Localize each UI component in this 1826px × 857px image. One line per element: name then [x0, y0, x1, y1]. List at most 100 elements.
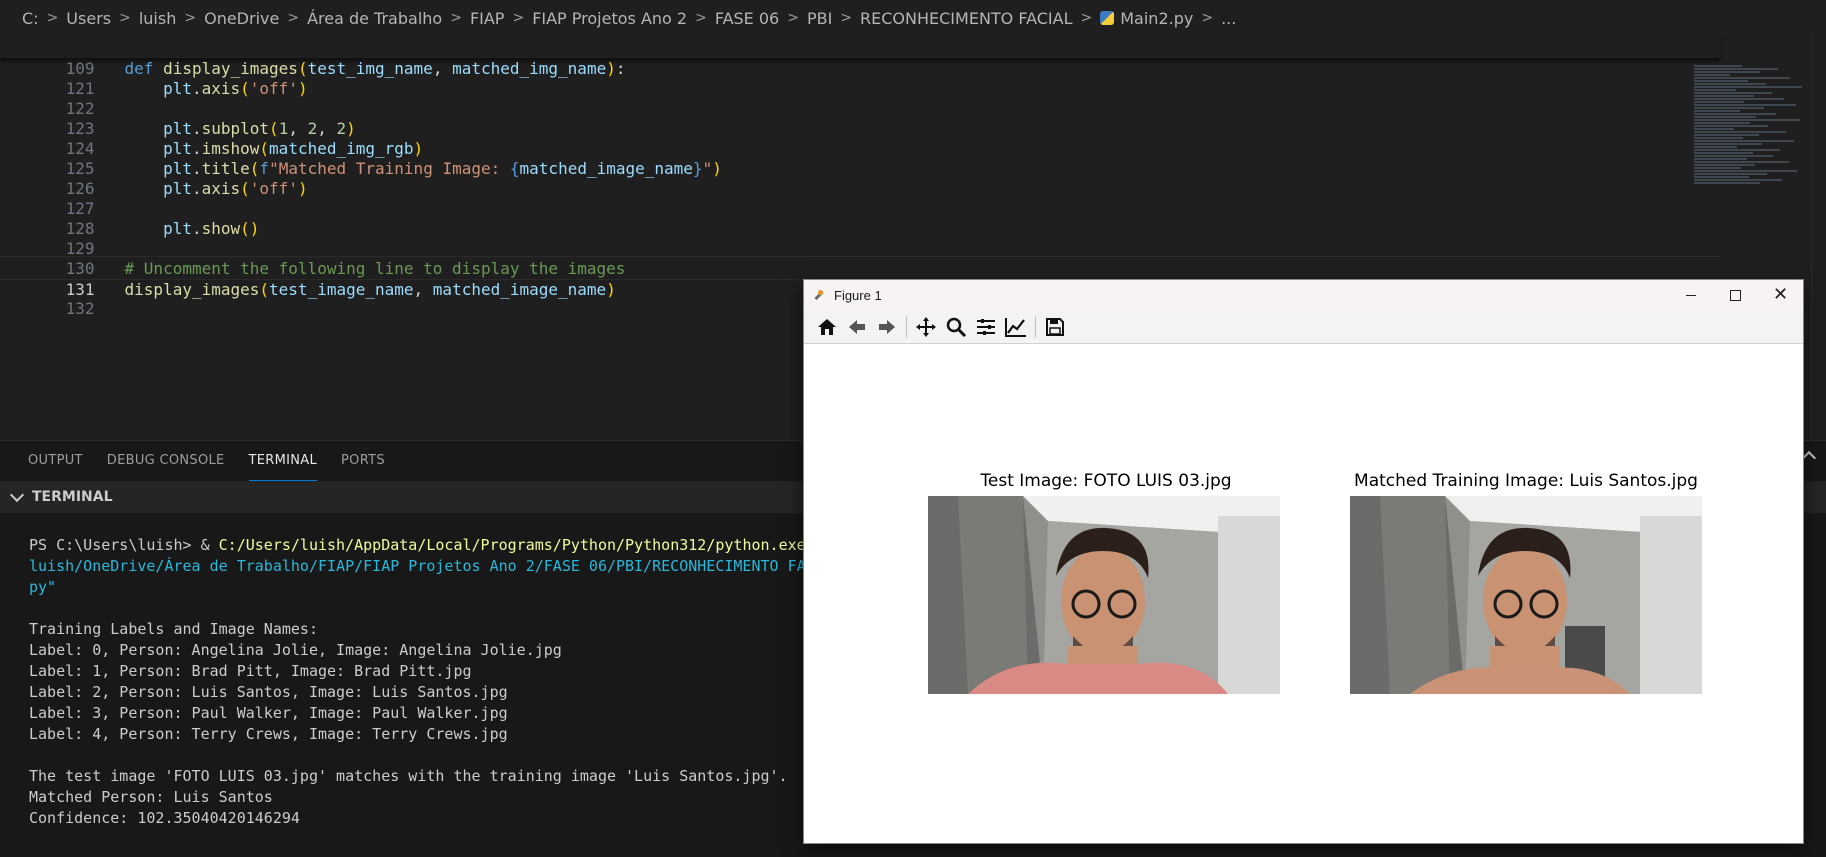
breadcrumb-luish[interactable]: luish: [139, 9, 177, 28]
tab-terminal[interactable]: TERMINAL: [248, 441, 318, 481]
test-image: [928, 496, 1280, 694]
minimap-line: [1694, 167, 1741, 169]
minimap-line: [1694, 68, 1778, 70]
minimap-line: [1694, 137, 1744, 139]
chevron-right-icon: >: [512, 10, 525, 26]
breadcrumb: C: > Users > luish > OneDrive > Área de Trab…: [0, 0, 1826, 36]
home-button[interactable]: [812, 313, 842, 341]
minimize-icon: [1685, 294, 1696, 296]
breadcrumb-pbi[interactable]: PBI: [807, 9, 832, 28]
python-file-icon: [1100, 11, 1115, 25]
minimap-line: [1694, 176, 1750, 178]
minimap-line: [1694, 65, 1742, 67]
minimap-line: [1694, 113, 1776, 115]
edit-axis-button[interactable]: [1001, 313, 1031, 341]
minimap-line: [1694, 86, 1802, 88]
minimap-line: [1694, 98, 1784, 100]
code-line[interactable]: 130 # Uncomment the following line to dis…: [0, 236, 1720, 278]
terminal-header-label: TERMINAL: [32, 489, 113, 505]
minimize-button[interactable]: [1668, 280, 1713, 310]
code-line[interactable]: 124 plt.imshow(matched_img_rgb): [0, 116, 1720, 158]
figure-title-bar[interactable]: Figure 1 ✕: [804, 280, 1803, 310]
save-button[interactable]: [1040, 313, 1070, 341]
forward-button[interactable]: [872, 313, 902, 341]
minimap-line: [1694, 74, 1730, 76]
chevron-right-icon: >: [450, 10, 462, 26]
tab-debug-console[interactable]: DEBUG CONSOLE: [107, 441, 225, 481]
minimap[interactable]: [1694, 64, 1814, 314]
breadcrumb-reconhecimento[interactable]: RECONHECIMENTO FACIAL: [860, 9, 1072, 28]
home-icon: [818, 318, 836, 335]
minimap-line: [1694, 122, 1751, 124]
chevron-right-icon: >: [787, 10, 799, 26]
minimap-line: [1694, 152, 1753, 154]
minimap-line: [1694, 170, 1798, 172]
editor-scrollbar[interactable]: [1811, 36, 1826, 440]
sticky-scroll-line[interactable]: 109 def display_images(test_img_name, mat…: [0, 36, 1720, 78]
minimap-line: [1694, 140, 1794, 142]
minimap-line: [1694, 134, 1759, 136]
configure-subplots-button[interactable]: [971, 313, 1001, 341]
minimap-line: [1694, 146, 1738, 148]
minimap-line: [1694, 107, 1764, 109]
pan-icon: [916, 316, 936, 337]
chevron-right-icon: >: [1080, 10, 1093, 26]
breadcrumb-drive[interactable]: C:: [22, 9, 39, 28]
chevron-right-icon: >: [840, 10, 853, 26]
minimap-line: [1694, 119, 1800, 121]
zoom-button[interactable]: [941, 313, 971, 341]
subplot-title-matched: Matched Training Image: Luis Santos.jpg: [1354, 471, 1698, 491]
minimap-line: [1694, 110, 1740, 112]
code-line[interactable]: 123 plt.subplot(1, 2, 2): [0, 96, 1720, 138]
breadcrumb-fiap-projetos[interactable]: FIAP Projetos Ano 2: [532, 9, 687, 28]
breadcrumb-fiap[interactable]: FIAP: [470, 9, 505, 28]
tab-output[interactable]: OUTPUT: [28, 441, 83, 481]
code-param: test_img_name: [307, 59, 433, 78]
minimap-line: [1694, 125, 1769, 127]
back-button[interactable]: [842, 313, 872, 341]
close-icon: ✕: [1772, 284, 1789, 305]
toolbar-divider: [1035, 315, 1036, 338]
line-number: 132: [65, 299, 95, 318]
minimap-line: [1694, 182, 1760, 184]
configure-subplots-icon: [977, 318, 995, 335]
chevron-down-icon: [9, 487, 25, 503]
breadcrumb-fase[interactable]: FASE 06: [715, 9, 779, 28]
code-line[interactable]: 127: [0, 176, 1720, 218]
minimap-line: [1694, 95, 1754, 97]
breadcrumb-onedrive[interactable]: OneDrive: [204, 9, 279, 28]
figure-canvas[interactable]: Test Image: FOTO LUIS 03.jpg Matched Tra…: [804, 344, 1803, 843]
minimap-line: [1694, 158, 1747, 160]
window-controls: ✕: [1668, 280, 1803, 310]
breadcrumb-file[interactable]: Main2.py: [1120, 9, 1193, 28]
minimap-line: [1694, 149, 1781, 151]
line-number: 109: [65, 59, 95, 78]
figure-window[interactable]: Figure 1 ✕ Test Image: FOTO LUIS 03.jpg …: [803, 279, 1804, 844]
code-param: matched_img_name: [452, 59, 607, 78]
minimap-line: [1694, 161, 1789, 163]
code-line[interactable]: 128 plt.show(): [0, 196, 1720, 238]
tab-ports[interactable]: PORTS: [341, 441, 385, 481]
maximize-icon: [1730, 289, 1741, 301]
chevron-right-icon: >: [1201, 10, 1214, 26]
subplot-title-test: Test Image: FOTO LUIS 03.jpg: [980, 471, 1232, 491]
close-button[interactable]: ✕: [1758, 280, 1803, 310]
breadcrumb-users[interactable]: Users: [66, 9, 111, 28]
code-line[interactable]: 125 plt.title(f"Matched Training Image: …: [0, 136, 1720, 178]
breadcrumb-desktop[interactable]: Área de Trabalho: [307, 9, 442, 28]
minimap-line: [1694, 89, 1736, 91]
minimap-line: [1694, 116, 1757, 118]
maximize-button[interactable]: [1713, 280, 1758, 310]
minimap-line: [1694, 179, 1782, 181]
code-line[interactable]: 129: [0, 216, 1720, 258]
zoom-icon: [946, 317, 967, 337]
code-line[interactable]: 126 plt.axis('off'): [0, 156, 1720, 198]
save-icon: [1046, 317, 1064, 336]
minimap-line: [1694, 131, 1787, 133]
chevron-right-icon: >: [695, 10, 707, 26]
minimap-line: [1694, 104, 1796, 106]
pan-button[interactable]: [911, 313, 941, 341]
figure-toolbar: [804, 310, 1803, 344]
forward-arrow-icon: [879, 319, 895, 334]
breadcrumb-symbols[interactable]: ...: [1221, 9, 1236, 28]
